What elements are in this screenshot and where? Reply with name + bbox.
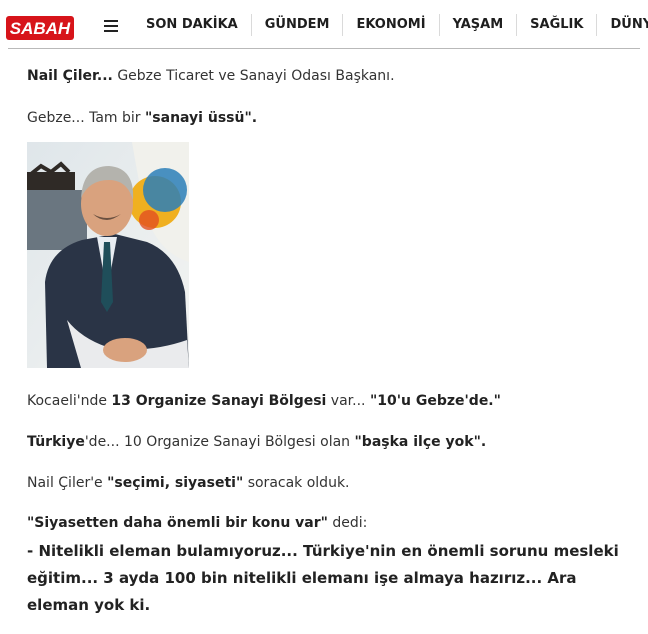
bold-name: Nail Çiler... xyxy=(27,68,113,84)
paragraph-question: Nail Çiler'e "seçimi, siyaseti" soracak … xyxy=(27,473,350,493)
site-header: SABAH SON DAKİKA GÜNDEM EKONOMİ YAŞAM SA… xyxy=(0,0,648,50)
text-span: dedi: xyxy=(327,515,368,531)
text-span: soracak olduk. xyxy=(243,475,350,491)
paragraph-said: "Siyasetten daha önemli bir konu var" de… xyxy=(27,513,367,533)
text-span: 'de... 10 Organize Sanayi Bölgesi olan xyxy=(84,434,355,450)
main-nav: SON DAKİKA GÜNDEM EKONOMİ YAŞAM SAĞLIK D… xyxy=(133,0,648,50)
text-span: Kocaeli'nde xyxy=(27,393,112,409)
text-span: Gebze Ticaret ve Sanayi Odası Başkanı. xyxy=(112,68,395,84)
nav-son-dakika[interactable]: SON DAKİKA xyxy=(133,14,251,36)
paragraph-gebze: Gebze... Tam bir "sanayi üssü". xyxy=(27,108,257,128)
nav-saglik[interactable]: SAĞLIK xyxy=(516,14,596,36)
bold-text: Türkiye xyxy=(27,434,85,450)
paragraph-kocaeli: Kocaeli'nde 13 Organize Sanayi Bölgesi v… xyxy=(27,391,501,411)
nav-ekonomi[interactable]: EKONOMİ xyxy=(342,14,438,36)
nav-dunya[interactable]: DÜNYA xyxy=(596,14,648,36)
bold-text: 13 Organize Sanayi Bölgesi xyxy=(111,393,327,409)
bold-quote: "Siyasetten daha önemli bir konu var" xyxy=(27,515,328,531)
text-span: var... xyxy=(326,393,370,409)
bold-quote: "seçimi, siyaseti" xyxy=(107,475,244,491)
sabah-logo[interactable]: SABAH xyxy=(6,16,74,40)
text-span: Gebze... Tam bir xyxy=(27,110,145,126)
bold-quote: "10'u Gebze'de." xyxy=(369,393,501,409)
header-divider xyxy=(8,48,640,49)
portrait-photo xyxy=(27,142,189,368)
paragraph-intro: Nail Çiler... Gebze Ticaret ve Sanayi Od… xyxy=(27,66,395,86)
logo-text: SABAH xyxy=(10,19,71,38)
bold-quote: "sanayi üssü". xyxy=(145,110,258,126)
hamburger-menu-icon[interactable] xyxy=(104,20,118,32)
nav-yasam[interactable]: YAŞAM xyxy=(438,14,517,36)
paragraph-statement: - Nitelikli eleman bulamıyoruz... Türkiy… xyxy=(27,542,619,614)
bold-quote: "başka ilçe yok". xyxy=(354,434,487,450)
paragraph-turkiye: Türkiye'de... 10 Organize Sanayi Bölgesi… xyxy=(27,432,486,452)
nav-gundem[interactable]: GÜNDEM xyxy=(250,14,343,36)
text-span: Nail Çiler'e xyxy=(27,475,108,491)
portrait-image xyxy=(27,142,189,368)
